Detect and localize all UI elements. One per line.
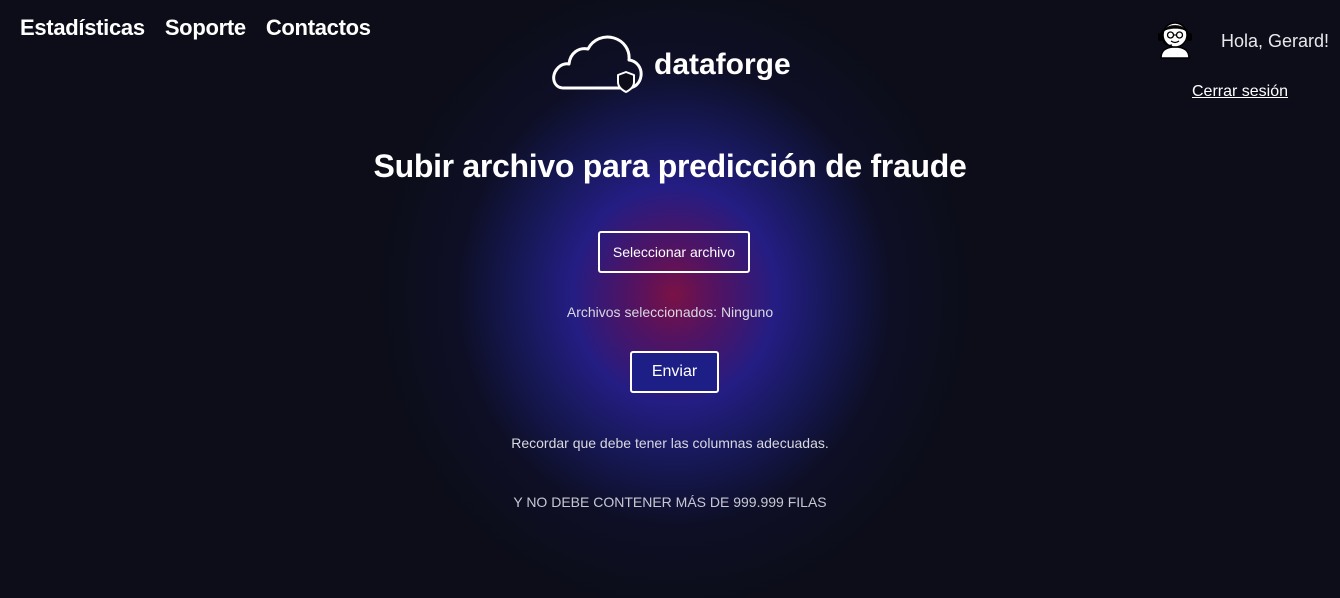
logout-link[interactable]: Cerrar sesión <box>1192 83 1288 101</box>
nav-item-contactos[interactable]: Contactos <box>266 15 371 41</box>
selected-files-status: Archivos seleccionados: Ninguno <box>566 304 774 320</box>
brand-name: dataforge <box>654 47 791 81</box>
cloud-shield-icon <box>548 32 646 101</box>
nav-item-estadisticas[interactable]: Estadísticas <box>20 15 145 41</box>
nav-item-soporte[interactable]: Soporte <box>165 15 246 41</box>
page-title: Subir archivo para predicción de fraude <box>373 148 967 184</box>
send-button[interactable]: Enviar <box>630 351 719 393</box>
rows-limit-note: Y NO DEBE CONTENER MÁS DE 999.999 FILAS <box>513 494 827 510</box>
columns-reminder: Recordar que debe tener las columnas ade… <box>511 435 829 451</box>
top-nav: Estadísticas Soporte Contactos <box>20 15 371 41</box>
user-greeting: Hola, Gerard! <box>1221 31 1330 51</box>
user-panel: Hola, Gerard! Cerrar sesión <box>1155 18 1335 108</box>
support-agent-avatar-icon <box>1155 18 1195 60</box>
select-file-button[interactable]: Seleccionar archivo <box>598 231 750 273</box>
brand-logo[interactable]: dataforge <box>548 32 791 101</box>
